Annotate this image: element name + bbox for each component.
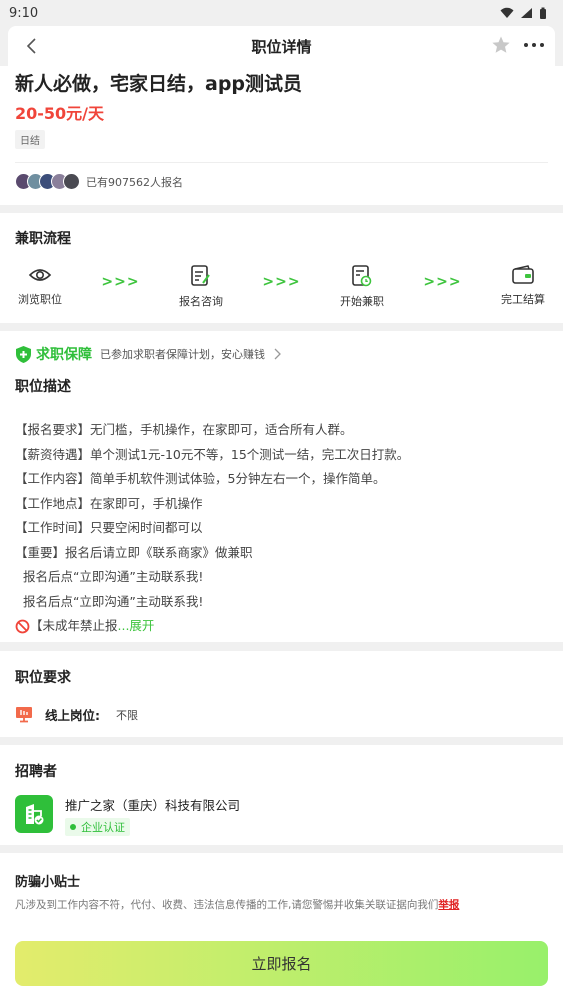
wifi-icon xyxy=(500,7,514,18)
more-button[interactable] xyxy=(523,35,545,59)
applicants-row: 已有907562人报名 xyxy=(15,173,548,190)
expand-link[interactable]: ...展开 xyxy=(118,614,155,639)
description-section: 求职保障 已参加求职者保障计划，安心赚钱 职位描述 【报名要求】无门槛，手机操作… xyxy=(0,331,563,642)
clock-document-icon xyxy=(352,265,372,287)
description-line: 【薪资待遇】单个测试1元-10元不等，15个测试一结，完工次日打款。 xyxy=(15,446,410,462)
job-summary: 新人必做，宅家日结，app测试员 20-50元/天 日结 已有907562人报名 xyxy=(0,66,563,205)
shield-plus-icon xyxy=(16,345,31,363)
chevron-left-icon xyxy=(26,38,36,54)
requirement-key: 线上岗位: xyxy=(45,708,100,723)
form-edit-icon xyxy=(191,265,210,286)
description-line: 【未成年禁止报 ...展开 xyxy=(15,614,548,639)
step-apply: 报名咨询 xyxy=(176,264,226,309)
report-link[interactable]: 举报 xyxy=(438,899,459,911)
company-name: 推广之家（重庆）科技有限公司 xyxy=(65,798,241,813)
company-card[interactable]: 推广之家（重庆）科技有限公司 企业认证 xyxy=(15,795,548,836)
back-button[interactable] xyxy=(20,34,44,58)
step-label: 报名咨询 xyxy=(178,295,223,308)
requirements-title: 职位要求 xyxy=(15,670,71,686)
description-line: 【报名要求】无门槛，手机操作，在家即可，适合所有人群。 xyxy=(15,422,353,437)
arrow-separator: >>> xyxy=(101,274,140,290)
recruiter-title: 招聘者 xyxy=(15,764,57,780)
monitor-icon xyxy=(16,707,32,723)
company-logo xyxy=(15,795,53,833)
page-title: 职位详情 xyxy=(251,37,312,56)
step-settle: 完工结算 xyxy=(498,264,548,307)
star-icon xyxy=(492,36,510,53)
job-title: 新人必做，宅家日结，app测试员 xyxy=(15,73,303,95)
description-line: 【工作时间】只要空闲时间都可以 xyxy=(15,520,203,535)
signal-icon xyxy=(521,8,532,18)
description-body: 【报名要求】无门槛，手机操作，在家即可，适合所有人群。 【薪资待遇】单个测试1元… xyxy=(15,418,548,639)
requirement-value: 不限 xyxy=(116,708,138,722)
requirements-section: 职位要求 线上岗位: 不限 xyxy=(0,651,563,737)
chevron-right-icon xyxy=(274,348,281,360)
more-dots-icon xyxy=(524,43,544,47)
divider xyxy=(15,162,548,163)
favorite-button[interactable] xyxy=(491,35,511,59)
job-tag: 日结 xyxy=(15,130,45,149)
process-steps: 浏览职位 >>> 报名咨询 >>> 开始兼职 >>> 完工结算 xyxy=(15,264,548,309)
step-label: 浏览职位 xyxy=(18,293,62,306)
description-line: 报名后点“立即沟通”主动联系我! xyxy=(15,593,204,609)
recruiter-section: 招聘者 推广之家（重庆）科技有限公司 企业认证 xyxy=(0,745,563,845)
tips-title: 防骗小贴士 xyxy=(15,875,81,890)
description-title: 职位描述 xyxy=(15,379,71,395)
verified-badge: 企业认证 xyxy=(65,818,130,836)
guarantee-banner[interactable]: 求职保障 已参加求职者保障计划，安心赚钱 xyxy=(15,331,548,377)
guarantee-brand: 求职保障 xyxy=(36,347,92,363)
wallet-icon xyxy=(512,265,534,284)
requirement-row: 线上岗位: 不限 xyxy=(15,705,548,724)
nav-bar: 职位详情 xyxy=(8,26,555,66)
description-line: 【重要】报名后请立即《联系商家》做兼职 xyxy=(15,544,253,560)
verified-label: 企业认证 xyxy=(81,821,125,834)
tips-body: 凡涉及到工作内容不符，代付、收费、违法信息传播的工作,请您警惕并收集关联证据向我… xyxy=(15,899,439,911)
arrow-separator: >>> xyxy=(423,274,462,290)
description-truncated: 【未成年禁止报 xyxy=(30,618,118,633)
prohibited-icon xyxy=(15,619,30,634)
eye-icon xyxy=(28,269,52,281)
step-start: 开始兼职 xyxy=(337,264,387,309)
step-browse: 浏览职位 xyxy=(15,264,65,307)
company-building-icon xyxy=(26,804,44,825)
apply-button[interactable]: 立即报名 xyxy=(15,941,548,986)
step-label: 完工结算 xyxy=(500,293,545,306)
applicant-avatars xyxy=(15,173,80,190)
status-time: 9:10 xyxy=(9,5,39,21)
description-line: 【工作地点】在家即可，手机操作 xyxy=(15,495,203,511)
status-bar: 9:10 xyxy=(0,0,563,26)
step-label: 开始兼职 xyxy=(339,295,384,308)
process-title: 兼职流程 xyxy=(15,231,71,247)
verified-dot xyxy=(70,824,76,830)
tips-text: 凡涉及到工作内容不符，代付、收费、违法信息传播的工作,请您警惕并收集关联证据向我… xyxy=(15,897,548,912)
description-line: 报名后点“立即沟通”主动联系我! xyxy=(15,569,204,584)
avatar xyxy=(63,173,80,190)
description-line: 【工作内容】简单手机软件测试体验，5分钟左右一个，操作简单。 xyxy=(15,471,386,486)
job-salary: 20-50元/天 xyxy=(15,104,105,123)
arrow-separator: >>> xyxy=(262,274,301,290)
process-section: 兼职流程 浏览职位 >>> 报名咨询 >>> 开始兼职 >>> 完工结算 xyxy=(0,213,563,323)
applicants-count: 已有907562人报名 xyxy=(86,175,183,189)
guarantee-text: 已参加求职者保障计划，安心赚钱 xyxy=(100,348,265,361)
battery-icon xyxy=(540,7,546,19)
